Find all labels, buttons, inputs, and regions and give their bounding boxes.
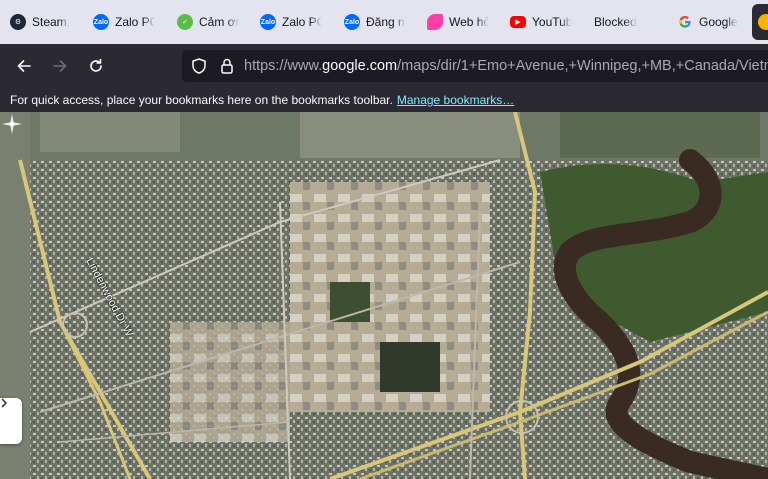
chevron-right-icon [1,398,8,408]
tab-active[interactable] [752,4,768,40]
bookmarks-toolbar: For quick access, place your bookmarks h… [0,88,768,112]
tab-youtube[interactable]: ▶ YouTube [510,8,572,36]
url-text[interactable]: https://www.google.com/maps/dir/1+Emo+Av… [244,50,768,82]
url-path: /maps/dir/1+Emo+Avenue,+Winnipeg,+MB,+Ca… [397,58,768,74]
expand-sidebar-button[interactable] [0,398,22,444]
tab-google[interactable]: Google [677,8,739,36]
zalo-icon: Zalo [344,14,360,30]
lock-icon[interactable] [218,57,236,75]
bookmarks-message: For quick access, place your bookmarks h… [10,93,393,107]
tab-zalo-1[interactable]: Zalo Zalo PC [93,8,155,36]
web-icon [427,14,443,30]
url-domain: google.com [322,58,398,74]
reload-button[interactable] [82,52,110,80]
tab-label: Đăng nhập [366,15,406,29]
zalo-icon: Zalo [93,14,109,30]
address-bar[interactable]: https://www.google.com/maps/dir/1+Emo+Av… [182,50,768,82]
tab-dang-nhap[interactable]: Zalo Đăng nhập [344,8,406,36]
back-button[interactable] [10,52,38,80]
tab-zalo-2[interactable]: Zalo Zalo PC [260,8,322,36]
satellite-map[interactable]: Lindenwood Dr W [0,112,768,479]
tab-steam[interactable]: ⚙ Steam, [10,8,72,36]
arrow-right-icon [53,60,67,72]
maps-icon [758,14,768,30]
arrow-left-icon [17,60,31,72]
compass-icon[interactable] [0,112,24,136]
tab-label: Google [699,15,738,29]
navigation-toolbar: https://www.google.com/maps/dir/1+Emo+Av… [0,44,768,88]
tab-blocked[interactable]: Blocked [594,8,656,36]
youtube-icon: ▶ [510,16,526,28]
manage-bookmarks-link[interactable]: Manage bookmarks… [397,93,514,107]
zalo-icon: Zalo [260,14,276,30]
checkmark-icon: ✓ [177,14,193,30]
tab-label: Cảm ơn [199,15,239,29]
forward-button[interactable] [46,52,74,80]
tab-label: Blocked [594,15,637,29]
shield-icon[interactable] [190,57,208,75]
google-icon [677,14,693,30]
reload-icon [90,58,102,72]
tab-label: Zalo PC [115,15,155,29]
url-prefix: https://www. [244,58,323,74]
tab-strip: ⚙ Steam, Zalo Zalo PC ✓ Cảm ơn Zalo Zalo… [0,0,768,44]
tab-label: Steam, [32,15,71,29]
tab-label: Web hỏi [449,15,489,29]
tab-web-hoi[interactable]: Web hỏi [427,8,489,36]
tab-cam-on[interactable]: ✓ Cảm ơn [177,8,239,36]
tab-label: YouTube [532,15,572,29]
steam-icon: ⚙ [10,14,26,30]
tab-label: Zalo PC [282,15,322,29]
